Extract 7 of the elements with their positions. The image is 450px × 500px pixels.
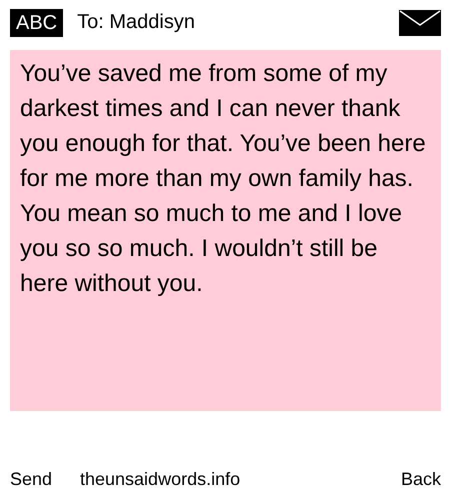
send-link[interactable]: Send bbox=[10, 468, 80, 490]
envelope-icon[interactable] bbox=[399, 10, 441, 36]
keyboard-badge[interactable]: ABC bbox=[10, 8, 64, 36]
recipient-label: To: Maddisyn bbox=[77, 11, 196, 34]
message-text: You’ve saved me from some of my darkest times and I can never thank you enough for that. You’ve been here for me more than my own family has. You mean so much to me and I love you so so much. I wouldn’t still be here without you. bbox=[10, 50, 441, 411]
website-label: theunsaidwords.info bbox=[80, 468, 242, 490]
back-link[interactable]: Back bbox=[400, 468, 441, 490]
